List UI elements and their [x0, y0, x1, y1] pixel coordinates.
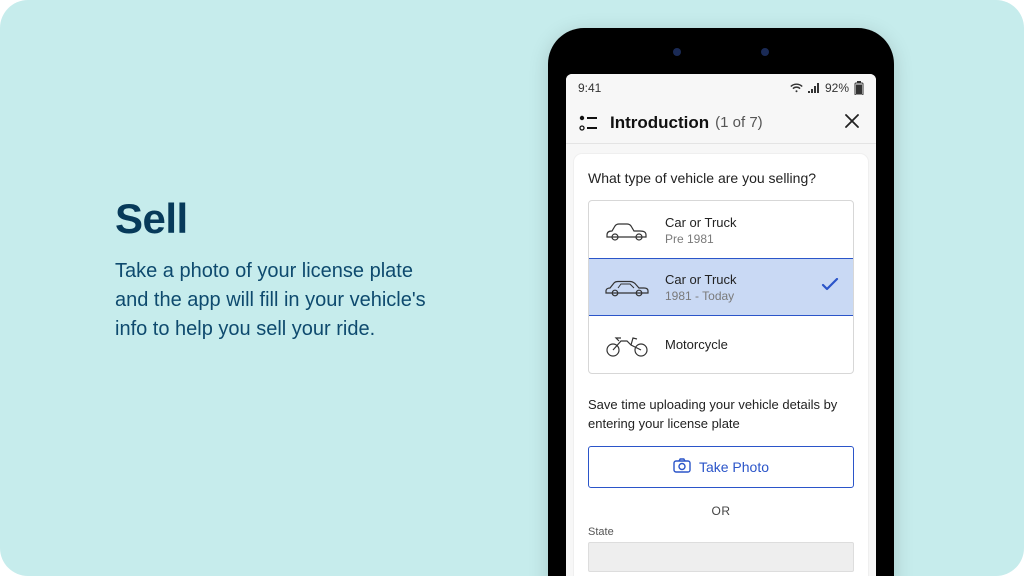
sensor-dot	[673, 48, 681, 56]
nav-title: Introduction	[610, 113, 709, 133]
state-label: State	[588, 526, 854, 538]
promo-title: Sell	[115, 195, 435, 243]
modern-car-icon	[603, 272, 651, 302]
option-car-modern[interactable]: Car or Truck 1981 - Today	[588, 258, 854, 316]
option-title: Car or Truck	[665, 215, 737, 230]
motorcycle-icon	[603, 330, 651, 360]
phone-sensors	[558, 48, 884, 56]
option-title: Car or Truck	[665, 272, 737, 287]
option-labels: Car or Truck Pre 1981	[665, 215, 737, 246]
phone-inner: 9:41 92%	[558, 38, 884, 576]
take-photo-label: Take Photo	[699, 459, 769, 475]
option-motorcycle[interactable]: Motorcycle	[589, 315, 853, 373]
sensor-dot	[761, 48, 769, 56]
option-car-pre1981[interactable]: Car or Truck Pre 1981	[589, 201, 853, 259]
option-subtitle: Pre 1981	[665, 232, 737, 246]
camera-icon	[673, 458, 691, 476]
nav-header: Introduction (1 of 7)	[566, 102, 876, 144]
promo-copy: Sell Take a photo of your license plate …	[115, 195, 435, 344]
battery-icon	[854, 81, 864, 95]
status-time: 9:41	[578, 81, 601, 95]
phone-screen: 9:41 92%	[566, 74, 876, 576]
option-labels: Car or Truck 1981 - Today	[665, 272, 737, 303]
take-photo-button[interactable]: Take Photo	[588, 446, 854, 488]
steps-icon	[578, 115, 600, 131]
close-button[interactable]	[840, 109, 864, 137]
status-right: 92%	[790, 81, 864, 95]
license-plate-hint: Save time uploading your vehicle details…	[588, 396, 854, 434]
check-icon	[821, 278, 839, 297]
option-labels: Motorcycle	[665, 337, 728, 352]
promo-stage: Sell Take a photo of your license plate …	[0, 0, 1024, 576]
battery-text: 92%	[825, 81, 849, 95]
form-question: What type of vehicle are you selling?	[588, 170, 854, 186]
option-subtitle: 1981 - Today	[665, 289, 737, 303]
state-input[interactable]	[588, 542, 854, 572]
phone-frame: 9:41 92%	[548, 28, 894, 576]
form-card: What type of vehicle are you selling? Ca…	[574, 154, 868, 576]
promo-body: Take a photo of your license plate and t…	[115, 257, 435, 344]
vehicle-options: Car or Truck Pre 1981 Car or Truck 1981 …	[588, 200, 854, 374]
signal-icon	[808, 83, 820, 93]
vintage-car-icon	[603, 215, 651, 245]
option-title: Motorcycle	[665, 337, 728, 352]
wifi-icon	[790, 83, 803, 93]
status-bar: 9:41 92%	[566, 74, 876, 102]
close-icon	[844, 113, 860, 129]
or-divider: OR	[588, 504, 854, 518]
nav-step: (1 of 7)	[715, 114, 763, 131]
